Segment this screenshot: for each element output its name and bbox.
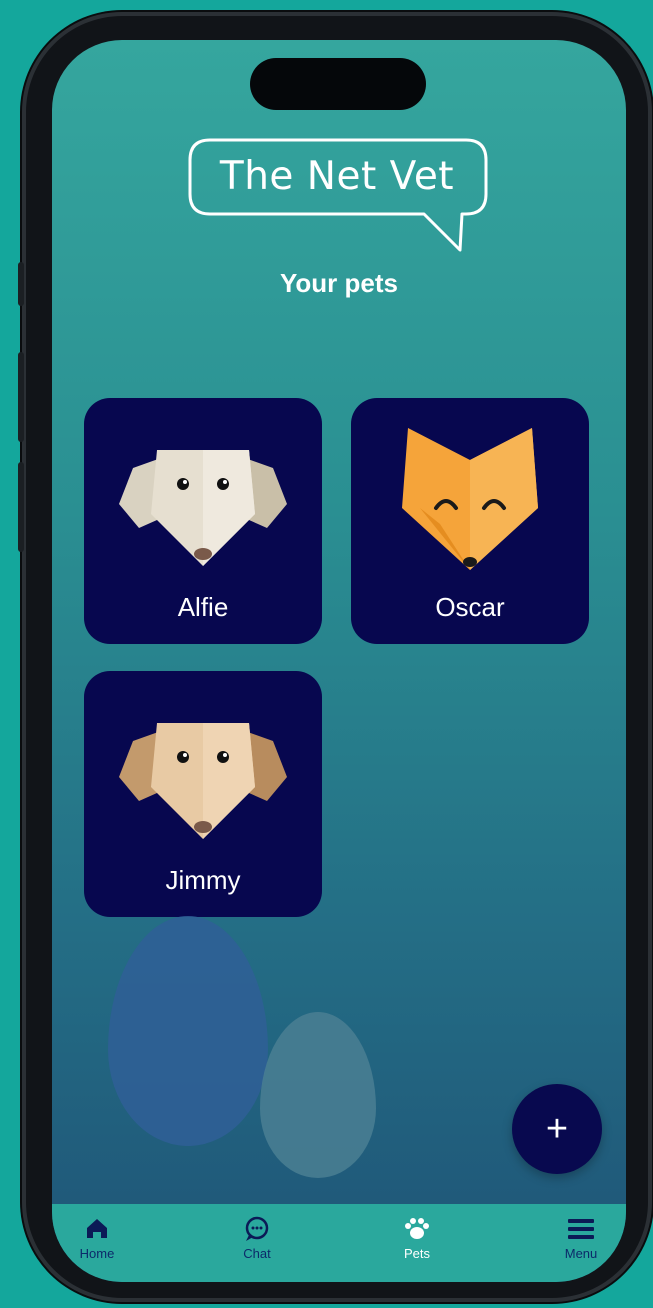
pet-card-oscar[interactable]: Oscar: [351, 398, 589, 644]
tab-pets[interactable]: Pets: [362, 1210, 472, 1270]
bottom-tab-bar: Home Chat Pets Menu: [52, 1204, 626, 1282]
tab-home[interactable]: Home: [52, 1210, 152, 1270]
home-icon: [87, 1219, 107, 1238]
decorative-blob: [260, 1012, 376, 1178]
app-logo: The Net Vet: [184, 136, 494, 260]
cream-dog-icon: [119, 450, 287, 566]
dynamic-island: [250, 58, 426, 110]
pet-card-jimmy[interactable]: Jimmy: [84, 671, 322, 917]
pet-name: Jimmy: [165, 865, 241, 895]
tab-menu[interactable]: Menu: [526, 1210, 626, 1270]
phone-side-button: [18, 462, 24, 552]
fox-icon: [402, 428, 538, 570]
app-screen: The Net Vet Your pets Alfie Oscar Jimmy …: [52, 40, 626, 1282]
tab-chat[interactable]: Chat: [202, 1210, 312, 1270]
plus-icon: +: [545, 1108, 569, 1150]
tan-dog-icon: [119, 723, 287, 839]
menu-icon: [568, 1219, 594, 1239]
logo-text: The Net Vet: [219, 154, 455, 199]
pet-name: Alfie: [177, 592, 229, 622]
chat-icon: [245, 1216, 269, 1241]
tab-label: Home: [79, 1246, 115, 1261]
tab-label: Pets: [403, 1246, 430, 1261]
pet-name: Oscar: [435, 592, 505, 622]
decorative-blob: [108, 916, 268, 1146]
paw-icon: [405, 1218, 429, 1239]
phone-side-button: [18, 262, 24, 306]
tab-label: Chat: [243, 1246, 271, 1261]
phone-side-button: [18, 352, 24, 442]
add-pet-button[interactable]: +: [512, 1084, 602, 1174]
tab-label: Menu: [564, 1246, 598, 1261]
pet-card-alfie[interactable]: Alfie: [84, 398, 322, 644]
page-title: Your pets: [280, 268, 398, 298]
